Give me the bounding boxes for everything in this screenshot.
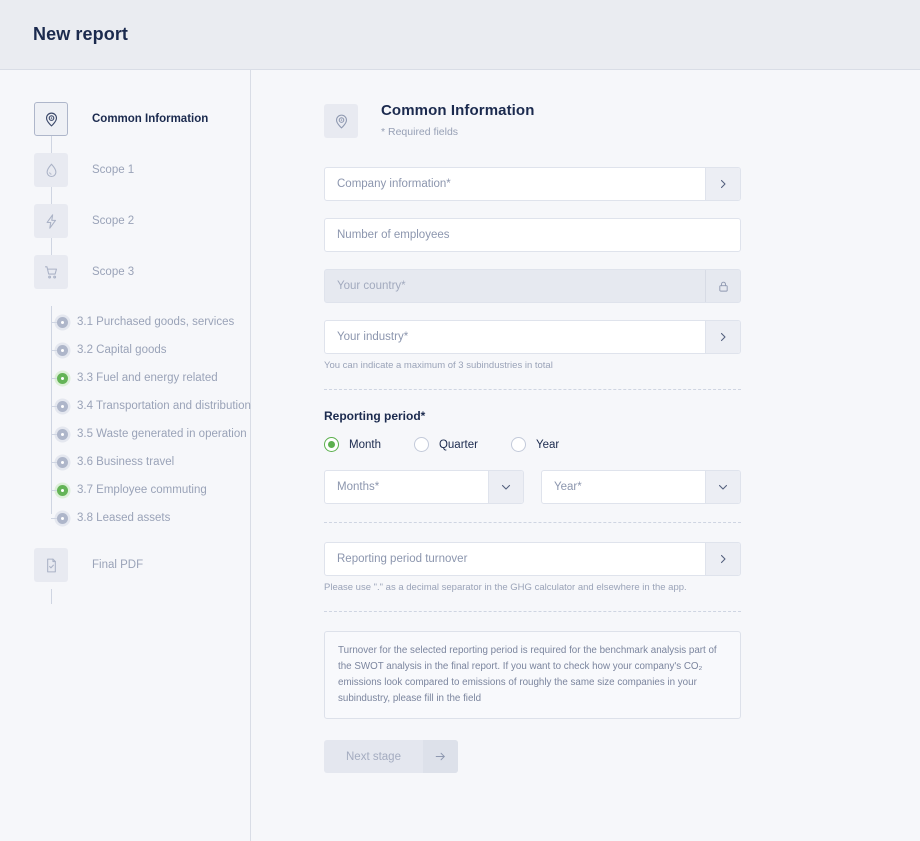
sidebar-subitem-label: 3.2 Capital goods <box>77 344 167 356</box>
sidebar-subitem-3-5[interactable]: 3.5 Waste generated in operation <box>0 420 250 448</box>
your-industry-placeholder: Your industry* <box>337 331 409 343</box>
status-dot-complete-icon <box>57 372 68 384</box>
chevron-down-icon[interactable] <box>705 471 740 503</box>
section-header: Common Information * Required fields <box>324 102 741 138</box>
section-header-text: Common Information * Required fields <box>381 102 534 138</box>
status-dot-icon <box>57 344 68 356</box>
turnover-info-box: Turnover for the selected reporting peri… <box>324 631 741 720</box>
your-industry-field[interactable]: Your industry* <box>324 320 741 354</box>
section-divider <box>324 389 741 390</box>
body-wrapper: Common Information Scope 1 Scope 2 Scope… <box>0 70 920 841</box>
number-of-employees-field[interactable]: Number of employees <box>324 218 741 252</box>
next-stage-button[interactable]: Next stage <box>324 740 458 774</box>
company-information-field[interactable]: Company information* <box>324 167 741 201</box>
sidebar-subitem-label: 3.7 Employee commuting <box>77 484 207 496</box>
status-dot-icon <box>57 512 68 524</box>
radio-label: Year <box>535 438 560 451</box>
shopping-cart-icon <box>34 255 68 289</box>
sidebar-subitem-3-2[interactable]: 3.2 Capital goods <box>0 336 250 364</box>
turnover-hint: Please use "." as a decimal separator in… <box>324 582 687 593</box>
status-dot-complete-icon <box>57 484 68 496</box>
radio-option-month[interactable]: Month <box>324 437 381 452</box>
sidebar-item-scope-2[interactable]: Scope 2 <box>0 204 250 238</box>
sidebar-subitem-label: 3.4 Transportation and distribution <box>77 400 251 412</box>
radio-option-quarter[interactable]: Quarter <box>413 437 478 452</box>
months-select-value: Months* <box>337 481 380 493</box>
section-divider <box>324 611 741 612</box>
sidebar-item-label: Scope 2 <box>92 215 135 227</box>
app-header: New report <box>0 0 920 70</box>
location-pin-icon <box>34 102 68 136</box>
company-information-placeholder: Company information* <box>337 178 451 190</box>
step-connector <box>50 589 52 604</box>
your-industry-expand-button[interactable] <box>705 321 740 353</box>
lightning-bolt-icon <box>34 204 68 238</box>
sidebar-subitem-3-8[interactable]: 3.8 Leased assets <box>0 504 250 532</box>
step-connector <box>50 187 52 204</box>
page-title: New report <box>33 24 129 44</box>
sidebar-item-label: Scope 3 <box>92 266 135 278</box>
radio-mark-icon <box>510 437 526 452</box>
reporting-period-title: Reporting period* <box>324 409 426 423</box>
radio-label: Month <box>349 438 381 451</box>
sidebar-item-final-pdf[interactable]: Final PDF <box>0 548 250 582</box>
your-industry-hint: You can indicate a maximum of 3 subindus… <box>324 360 553 371</box>
chevron-down-icon[interactable] <box>488 471 523 503</box>
droplet-icon <box>34 153 68 187</box>
status-dot-icon <box>57 428 68 440</box>
turnover-placeholder: Reporting period turnover <box>337 553 468 565</box>
number-of-employees-placeholder: Number of employees <box>337 229 450 241</box>
sidebar-item-label: Scope 1 <box>92 164 135 176</box>
sidebar-subitem-label: 3.5 Waste generated in operation <box>77 428 247 440</box>
radio-mark-icon <box>324 437 339 452</box>
sidebar-subitem-3-6[interactable]: 3.6 Business travel <box>0 448 250 476</box>
sidebar-subitem-label: 3.1 Purchased goods, services <box>77 316 235 328</box>
sidebar-item-common-information[interactable]: Common Information <box>0 102 250 136</box>
location-pin-icon <box>324 104 358 138</box>
radio-option-year[interactable]: Year <box>510 437 560 452</box>
main-content: Common Information * Required fields Com… <box>251 70 920 841</box>
sidebar-subitem-label: 3.3 Fuel and energy related <box>77 372 218 384</box>
your-country-field: Your country* <box>324 269 741 303</box>
period-select-row: Months* Year* <box>324 470 741 504</box>
sidebar-subitem-3-1[interactable]: 3.1 Purchased goods, services <box>0 308 250 336</box>
status-dot-icon <box>57 400 68 412</box>
sidebar-subitem-3-4[interactable]: 3.4 Transportation and distribution <box>0 392 251 420</box>
sidebar-subitem-label: 3.6 Business travel <box>77 456 175 468</box>
step-connector <box>50 238 52 255</box>
sidebar-item-scope-3[interactable]: Scope 3 <box>0 255 250 289</box>
turnover-expand-button[interactable] <box>705 543 740 575</box>
next-stage-label: Next stage <box>346 750 401 763</box>
sidebar-item-label: Common Information <box>92 113 209 125</box>
radio-label: Quarter <box>438 438 478 451</box>
company-information-expand-button[interactable] <box>705 168 740 200</box>
year-select[interactable]: Year* <box>541 470 741 504</box>
sidebar-subitem-3-3[interactable]: 3.3 Fuel and energy related <box>0 364 250 392</box>
section-title: Common Information <box>381 102 535 119</box>
sidebar-subitem-label: 3.8 Leased assets <box>77 512 171 524</box>
reporting-period-radio-group: Month Quarter Year <box>324 437 741 452</box>
year-select-value: Year* <box>554 481 582 493</box>
your-country-placeholder: Your country* <box>337 280 406 292</box>
scope-3-sublist: 3.1 Purchased goods, services 3.2 Capita… <box>0 306 251 532</box>
sidebar-navigation: Common Information Scope 1 Scope 2 Scope… <box>0 70 251 841</box>
form-column: Common Information * Required fields Com… <box>324 102 741 774</box>
lock-icon <box>705 270 740 302</box>
reporting-period-turnover-field[interactable]: Reporting period turnover <box>324 542 741 576</box>
arrow-right-icon <box>422 740 458 774</box>
radio-mark-icon <box>413 437 429 452</box>
section-divider <box>324 522 741 523</box>
status-dot-icon <box>57 316 68 328</box>
sidebar-item-label: Final PDF <box>92 559 144 571</box>
step-connector <box>50 136 52 153</box>
status-dot-icon <box>57 456 68 468</box>
sidebar-subitem-3-7[interactable]: 3.7 Employee commuting <box>0 476 250 504</box>
sidebar-item-scope-1[interactable]: Scope 1 <box>0 153 250 187</box>
months-select[interactable]: Months* <box>324 470 524 504</box>
document-check-icon <box>34 548 68 582</box>
required-fields-note: * Required fields <box>381 125 459 138</box>
